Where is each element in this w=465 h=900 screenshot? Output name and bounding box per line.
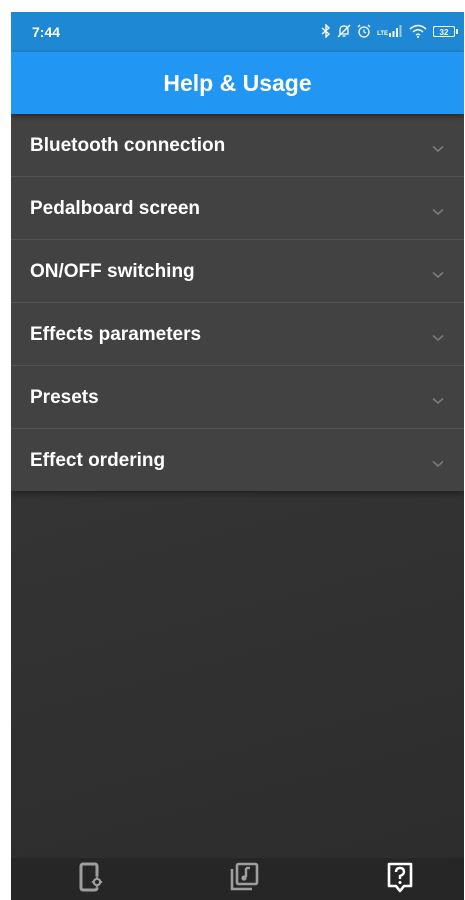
help-section-effect-ordering[interactable]: Effect ordering [11, 428, 464, 491]
status-icons: LTE 32 [321, 20, 458, 42]
nav-music-library[interactable] [224, 862, 264, 896]
chevron-down-icon [432, 392, 444, 410]
help-section-label: Pedalboard screen [30, 198, 201, 219]
app-bar: Help & Usage [11, 52, 464, 114]
battery-icon: 32 [433, 25, 458, 37]
bluetooth-icon [321, 24, 331, 38]
alarm-icon [357, 24, 371, 38]
chevron-down-icon [432, 455, 444, 473]
status-time: 7:44 [32, 24, 61, 40]
chevron-down-icon [432, 329, 444, 347]
app-screen: 7:44 LTE 32 Help & Usage Bluetooth conne… [11, 12, 464, 900]
chevron-down-icon [432, 266, 444, 284]
network-type: LTE [377, 31, 388, 37]
status-bar: 7:44 LTE 32 [11, 12, 464, 52]
nav-device-settings[interactable] [71, 862, 111, 896]
help-icon [385, 861, 415, 898]
help-section-on-off-switching[interactable]: ON/OFF switching [11, 239, 464, 302]
help-section-presets[interactable]: Presets [11, 365, 464, 428]
help-section-label: Bluetooth connection [30, 135, 226, 156]
chevron-down-icon [432, 140, 444, 158]
device-settings-icon [78, 862, 104, 897]
chevron-down-icon [432, 203, 444, 221]
help-section-label: Effect ordering [30, 450, 166, 471]
page-title: Help & Usage [163, 70, 312, 96]
help-section-effects-parameters[interactable]: Effects parameters [11, 302, 464, 365]
help-section-bluetooth-connection[interactable]: Bluetooth connection [11, 114, 464, 176]
bottom-navigation [11, 858, 464, 900]
help-section-pedalboard-screen[interactable]: Pedalboard screen [11, 176, 464, 239]
wifi-icon [409, 24, 427, 38]
music-library-icon [229, 862, 259, 897]
help-section-label: Effects parameters [30, 324, 202, 345]
signal-icon: LTE [377, 25, 403, 37]
mute-icon [337, 24, 351, 38]
nav-help[interactable] [380, 862, 420, 896]
battery-level: 32 [433, 25, 455, 37]
help-sections-list: Bluetooth connection Pedalboard screen O… [11, 114, 464, 491]
help-section-label: Presets [30, 387, 99, 408]
help-section-label: ON/OFF switching [30, 261, 195, 282]
